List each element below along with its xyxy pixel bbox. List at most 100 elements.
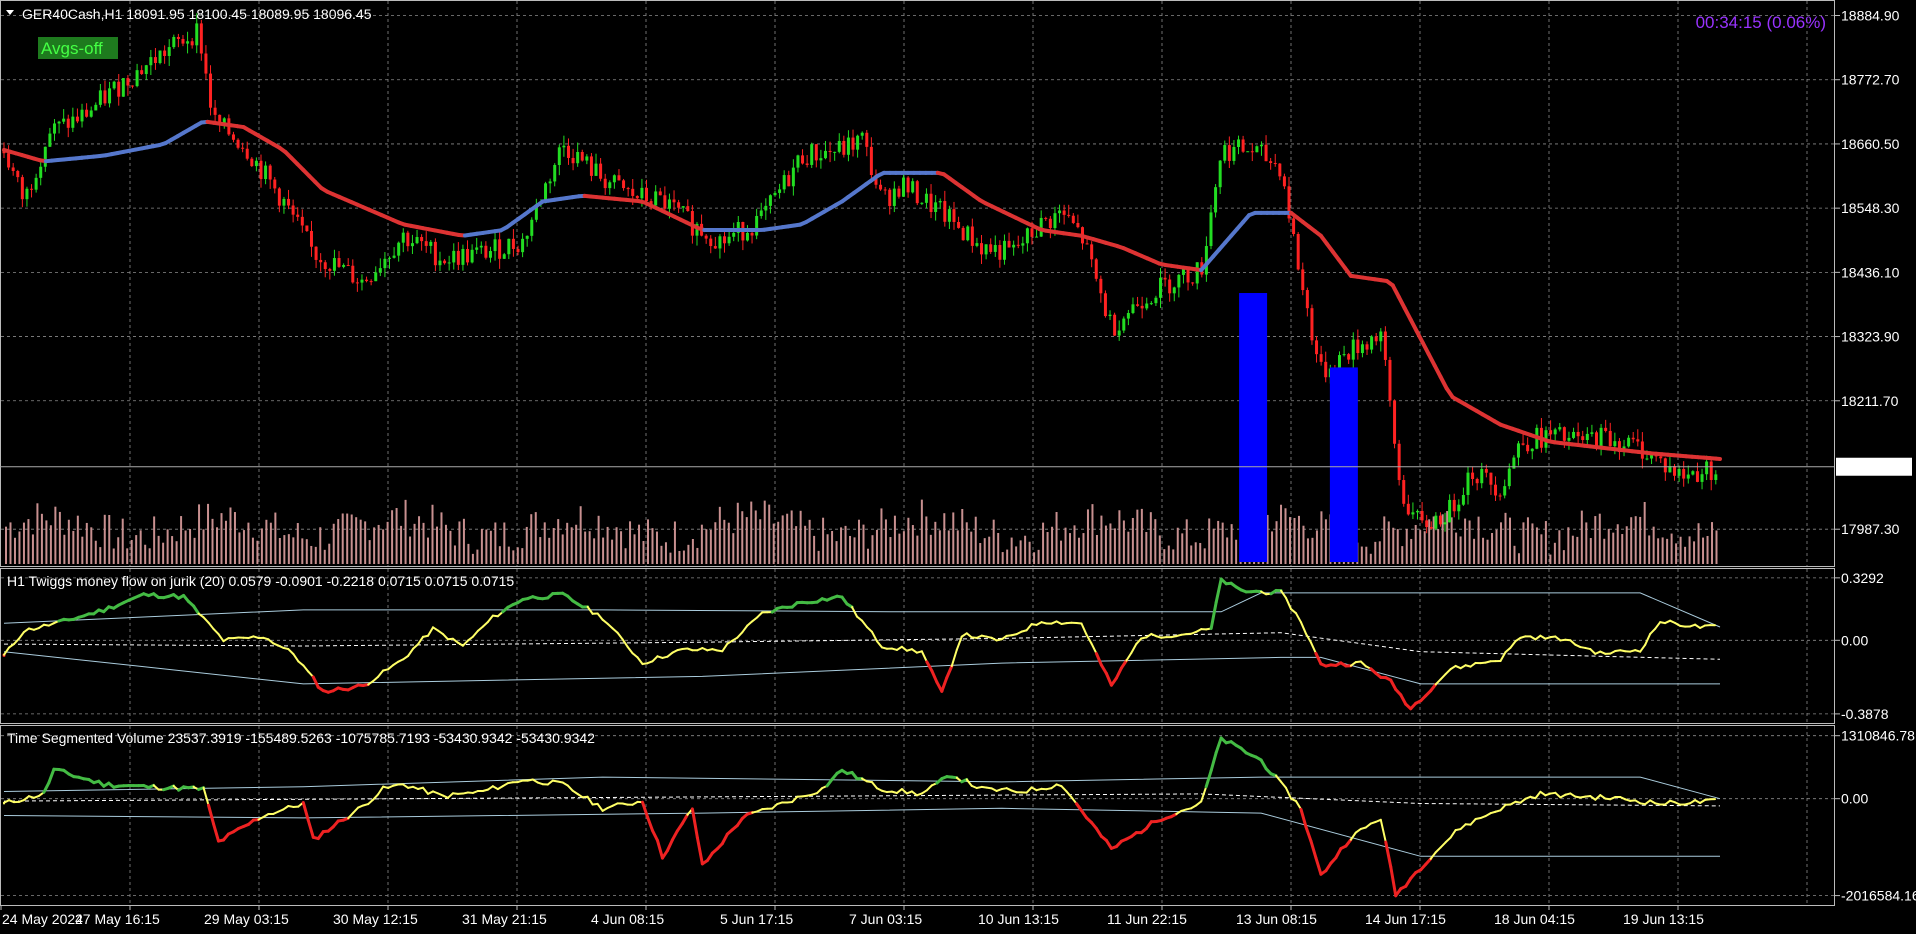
candle-body [1489, 472, 1493, 485]
y-tick-label: 18772.70 [1841, 72, 1900, 88]
candle-body [415, 237, 419, 244]
candle-body [966, 226, 970, 241]
candle-body [369, 281, 373, 283]
candle-body [186, 41, 190, 44]
lower-band [3, 807, 1720, 857]
series-segment [1554, 791, 1562, 799]
candle-body [970, 226, 974, 246]
candle-body [158, 50, 162, 64]
candle-body [1613, 441, 1617, 447]
candle-body [571, 157, 575, 164]
candle-body [1136, 304, 1140, 306]
symbol-dropdown-icon[interactable] [6, 10, 14, 15]
candle-body [1370, 336, 1374, 350]
series-segment [292, 652, 300, 663]
series-segment [1304, 825, 1313, 843]
series-segment [207, 803, 216, 826]
candle-body [108, 88, 112, 104]
candle-body [466, 248, 470, 263]
candle-body [635, 195, 639, 199]
candle-body [264, 165, 268, 180]
candle-body [1425, 520, 1429, 528]
candle-body [892, 188, 896, 206]
series-segment [950, 648, 958, 668]
candle-body [645, 187, 649, 202]
candle-body [287, 198, 291, 206]
candle-body [475, 247, 479, 250]
avgs-off-button-label[interactable]: Avgs-off [41, 39, 103, 58]
series-segment [616, 631, 624, 641]
candle-body [199, 23, 203, 54]
candle-body [1714, 474, 1718, 480]
candle-body [672, 199, 676, 203]
candle-body [213, 107, 217, 115]
avgs-off-button[interactable]: Avgs-off [38, 37, 118, 59]
candle-body [254, 160, 258, 167]
candle-body [98, 90, 102, 105]
series-segment [870, 781, 878, 790]
series-segment [920, 650, 928, 663]
candle-body [576, 152, 580, 164]
series-segment [1285, 596, 1292, 611]
candle-body [594, 163, 598, 176]
candle-body [1558, 427, 1562, 430]
candle-body [1471, 472, 1475, 479]
blue-volume-bar [1329, 367, 1358, 562]
candle-body [530, 219, 534, 236]
candle-body [1448, 499, 1452, 523]
series-segment [791, 795, 799, 804]
candle-body [727, 236, 731, 244]
candle-body [443, 260, 447, 264]
candle-body [438, 260, 442, 266]
candle-body [52, 123, 56, 134]
series-segment [1534, 790, 1542, 800]
candle-body [750, 232, 754, 236]
series-segment [1649, 627, 1657, 635]
candle-body [397, 242, 401, 256]
candle-body [1103, 293, 1107, 317]
y-tick-label: 18660.50 [1841, 136, 1900, 152]
candle-body [176, 36, 180, 39]
series-segment [352, 806, 360, 814]
series-segment [1285, 786, 1292, 800]
series-segment [925, 784, 933, 792]
candle-body [365, 279, 369, 282]
candle-body [1342, 354, 1346, 356]
y-tick-label: 1310846.78 [1841, 728, 1915, 744]
candle-body [920, 202, 924, 204]
candle-body [952, 209, 956, 222]
candle-body [1232, 146, 1236, 161]
candle-body [1025, 228, 1029, 244]
series-segment [930, 669, 939, 684]
candle-body [112, 81, 116, 89]
candle-body [479, 245, 483, 248]
candle-body [250, 158, 254, 167]
candle-body [663, 195, 667, 209]
candle-body [1310, 308, 1314, 341]
series-segment [427, 626, 434, 637]
candle-body [1397, 443, 1401, 481]
candle-body [1466, 472, 1470, 495]
candle-body [355, 282, 359, 284]
candle-body [1549, 430, 1553, 435]
tsv-panel-frame [0, 725, 1835, 906]
candle-body [332, 258, 336, 271]
candle-body [1429, 527, 1433, 529]
series-segment [736, 631, 744, 639]
x-tick-label: 31 May 21:15 [462, 911, 547, 927]
series-segment [641, 800, 649, 819]
series-segment [486, 614, 494, 624]
grid [1, 1, 1834, 905]
candle-body [456, 250, 460, 265]
candle-body [879, 184, 883, 190]
y-tick-label: 0.3292 [1841, 570, 1884, 586]
candle-body [424, 241, 428, 246]
candle-body [153, 57, 157, 64]
candle-body [622, 180, 626, 189]
candle-body [626, 188, 630, 190]
series-segment [207, 621, 215, 630]
symbol-header: GER40Cash,H1 18091.95 18100.45 18089.95 … [22, 6, 372, 22]
series-segment [202, 786, 210, 807]
candle-body [709, 238, 713, 247]
candle-body [300, 216, 304, 226]
